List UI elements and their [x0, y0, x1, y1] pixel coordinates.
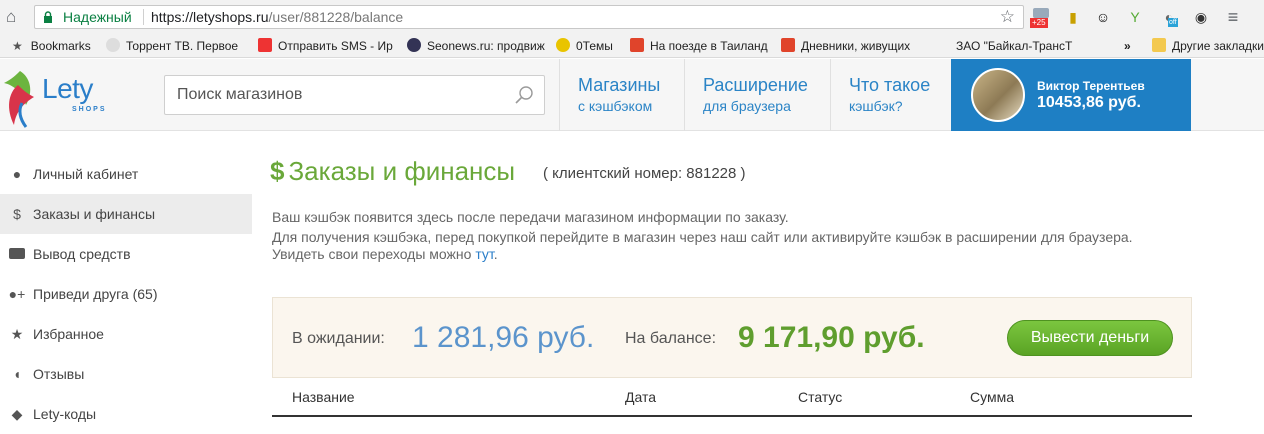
- extension-off-icon[interactable]: ◐ off: [1158, 6, 1180, 28]
- bookmark-item[interactable]: Торрент ТВ. Первое: [106, 38, 238, 54]
- nav-what-is-cashback[interactable]: Что такое кэшбэк?: [830, 59, 951, 131]
- sidebar-item-reviews[interactable]: ◖ Отзывы: [0, 354, 252, 394]
- balance-amount: 9 171,90 руб.: [738, 321, 925, 354]
- sidebar-item-orders[interactable]: $ Заказы и финансы: [0, 194, 252, 234]
- pending-label: В ожидании:: [292, 330, 385, 347]
- balance-panel: В ожидании: 1 281,96 руб. На балансе: 9 …: [272, 297, 1192, 378]
- balance-label: На балансе:: [625, 330, 717, 347]
- bookmark-star-icon[interactable]: ☆: [1000, 7, 1015, 27]
- sidebar-item-favorites[interactable]: ★ Избранное: [0, 314, 252, 354]
- letter-a-icon: [781, 38, 795, 52]
- pending-amount: 1 281,96 руб.: [412, 321, 595, 354]
- menu-icon[interactable]: ≡: [1222, 6, 1244, 28]
- user-panel[interactable]: Виктор Терентьев 10453,86 руб.: [951, 59, 1191, 131]
- client-number: ( клиентский номер: 881228 ): [543, 165, 746, 182]
- star-icon: ★: [10, 326, 24, 342]
- extension-face-icon[interactable]: ☺: [1092, 6, 1114, 28]
- url-text[interactable]: https://letyshops.ru/user/881228/balance: [151, 9, 403, 25]
- folder-icon: [1152, 38, 1166, 52]
- divider: [143, 9, 144, 25]
- home-icon[interactable]: ⌂: [6, 8, 24, 26]
- avatar: [971, 68, 1025, 122]
- bookmark-item[interactable]: ЗАО "Байкал-ТрансТ: [956, 38, 1072, 54]
- sidebar-item-account[interactable]: ● Личный кабинет: [0, 154, 252, 194]
- info-text: Ваш кэшбэк появится здесь после передачи…: [272, 209, 789, 225]
- star-icon: ★: [12, 39, 23, 53]
- other-bookmarks[interactable]: Другие закладки: [1152, 38, 1264, 54]
- sidebar-item-withdraw[interactable]: Вывод средств: [0, 234, 252, 274]
- bookmark-item[interactable]: Дневники, живущих: [781, 38, 910, 54]
- dollar-icon: $: [13, 206, 21, 222]
- bookmark-item[interactable]: Отправить SMS - Ир: [258, 38, 393, 54]
- extension-weather-icon[interactable]: +25: [1030, 6, 1052, 28]
- sidebar-item-referral[interactable]: ●+ Приведи друга (65): [0, 274, 252, 314]
- card-icon: [8, 246, 26, 262]
- at-icon: [556, 38, 570, 52]
- address-bar[interactable]: Надежный https://letyshops.ru/user/88122…: [34, 5, 1024, 29]
- bookmark-item[interactable]: ★ Bookmarks: [12, 38, 91, 54]
- browser-toolbar: ⌂ Надежный https://letyshops.ru/user/881…: [0, 0, 1264, 34]
- more-bookmarks-button[interactable]: »: [1124, 38, 1131, 54]
- seonews-icon: [407, 38, 421, 52]
- logo-leaf-icon: [4, 71, 35, 128]
- letter-a-icon: [630, 38, 644, 52]
- dollar-icon: $: [270, 156, 285, 186]
- nav-shops[interactable]: Магазины с кэшбэком: [559, 59, 684, 131]
- user-name: Виктор Терентьев: [1037, 79, 1145, 93]
- user-balance: 10453,86 руб.: [1037, 94, 1141, 111]
- divider: [272, 415, 1192, 417]
- comments-icon: ◖: [12, 366, 22, 382]
- bookmark-item[interactable]: 0Темы: [556, 38, 613, 54]
- column-header-status[interactable]: Статус: [798, 389, 842, 405]
- bookmark-item[interactable]: Seonews.ru: продвиж: [407, 38, 545, 54]
- add-user-icon: ●+: [8, 286, 26, 302]
- transitions-link[interactable]: тут: [475, 246, 493, 262]
- search-box: [164, 75, 545, 115]
- nav-extension[interactable]: Расширение для браузера: [684, 59, 830, 131]
- extension-map-pin-icon[interactable]: ◉: [1190, 6, 1212, 28]
- eye-icon: [106, 38, 120, 52]
- search-input[interactable]: [165, 76, 505, 114]
- info-text: Увидеть свои переходы можно тут.: [272, 246, 498, 262]
- logo-text[interactable]: Lety: [42, 73, 93, 105]
- logo-subtitle: SHOPS: [72, 106, 107, 113]
- column-header-date[interactable]: Дата: [625, 389, 656, 405]
- search-icon[interactable]: [514, 85, 534, 105]
- withdraw-button[interactable]: Вывести деньги: [1007, 320, 1173, 356]
- column-header-name[interactable]: Название: [292, 389, 355, 405]
- sms-icon: [258, 38, 272, 52]
- user-icon: ●: [12, 166, 22, 182]
- sidebar-item-lety-codes[interactable]: ◆ Lety-коды: [0, 394, 252, 434]
- extension-bookmark-icon[interactable]: ▮: [1062, 6, 1084, 28]
- secure-label: Надежный: [63, 9, 132, 25]
- column-header-amount[interactable]: Сумма: [970, 389, 1014, 405]
- page-title: $ Заказы и финансы: [270, 156, 516, 186]
- site-header: Lety SHOPS Магазины с кэшбэком Расширени…: [0, 59, 1264, 131]
- bookmark-item[interactable]: На поезде в Таиланд: [630, 38, 768, 54]
- info-text: Для получения кэшбэка, перед покупкой пе…: [272, 229, 1133, 245]
- bookmarks-bar: ★ Bookmarks Торрент ТВ. Первое Отправить …: [0, 34, 1264, 58]
- lock-icon: [44, 11, 52, 23]
- extension-leaf-icon[interactable]: Y: [1124, 6, 1146, 28]
